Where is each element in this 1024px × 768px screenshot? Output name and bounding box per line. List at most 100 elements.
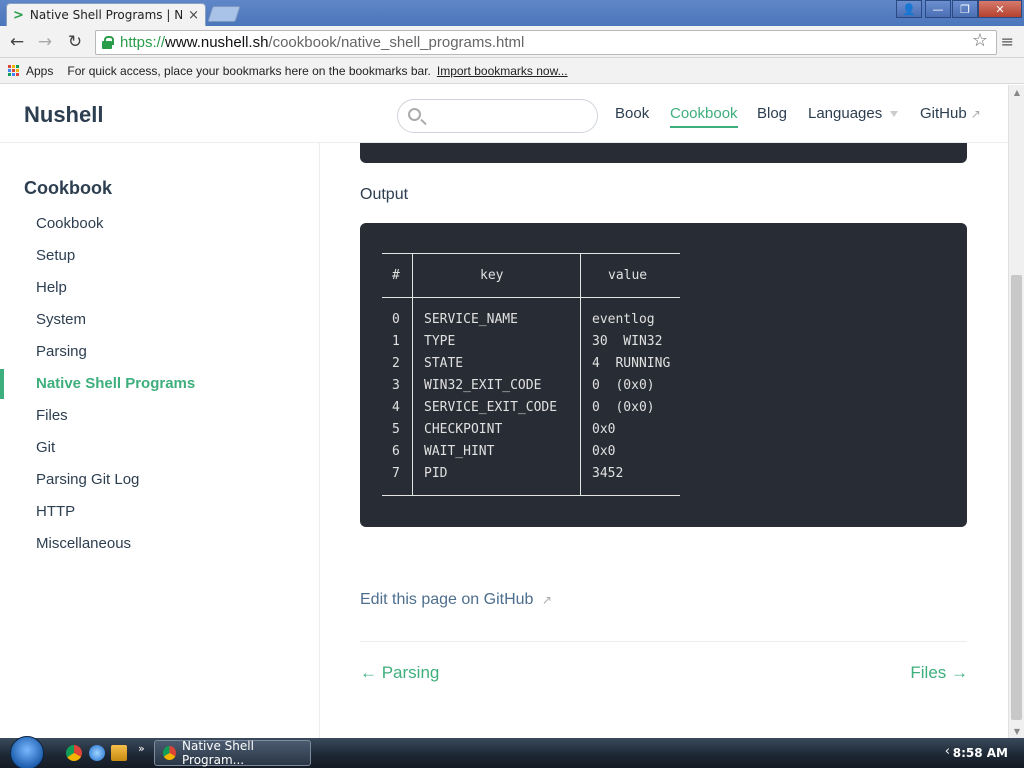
taskbar-chrome-window[interactable]: Native Shell Program... [154,739,311,767]
system-clock[interactable]: 8:58 AM [953,746,1008,760]
profile-icon[interactable]: 👤 [896,0,922,18]
dropdown-caret-icon [890,111,899,118]
nav-languages[interactable]: Languages [808,105,899,122]
output-table: # key value 0 SERVICE_NAME eventlog 1 TY… [382,253,682,496]
table-col-divider [580,253,581,496]
search-input[interactable] [397,99,598,133]
output-label: Output [360,186,409,203]
row-key: CHECKPOINT [424,422,503,437]
sidebar-item-native-shell-programs[interactable]: Native Shell Programs [36,375,195,392]
close-window-button[interactable]: ✕ [978,0,1022,18]
site-navbar: Nushell Book Cookbook Blog Languages Git… [0,85,1008,143]
import-bookmarks-link[interactable]: Import bookmarks now... [437,64,568,78]
forward-arrow-icon[interactable]: → [34,31,56,53]
nav-cookbook[interactable]: Cookbook [670,105,738,128]
row-index: 4 [392,400,400,415]
nav-github-label: GitHub [920,105,967,122]
vertical-scrollbar[interactable]: ▲ ▼ [1008,85,1024,738]
browser-tab[interactable]: > Native Shell Programs | Nu × [6,3,206,26]
row-value: 4 RUNNING [592,356,671,371]
site-brand[interactable]: Nushell [24,102,103,128]
row-value: 30 WIN32 [592,334,663,349]
output-code-block: # key value 0 SERVICE_NAME eventlog 1 TY… [360,223,967,527]
reload-icon[interactable]: ↻ [64,31,86,53]
previous-code-block [360,143,967,163]
web-page: Nushell Book Cookbook Blog Languages Git… [0,85,1008,738]
row-key: TYPE [424,334,456,349]
apps-shortcut[interactable]: Apps [8,64,53,78]
nav-github[interactable]: GitHub ↗ [920,105,981,122]
external-link-icon: ↗ [970,107,981,121]
row-value: 0x0 [592,444,616,459]
nushell-favicon-icon: > [13,7,24,23]
url-scheme: https:// [120,34,166,51]
url-path: /cookbook/native_shell_programs.html [268,34,525,51]
row-value: 3452 [592,466,624,481]
internet-explorer-icon[interactable] [89,745,105,761]
row-key: SERVICE_NAME [424,312,518,327]
sidebar-item-miscellaneous[interactable]: Miscellaneous [36,535,131,552]
row-index: 5 [392,422,400,437]
chrome-menu-icon[interactable]: ≡ [1001,32,1014,51]
nav-languages-label: Languages [808,105,883,122]
tab-strip: > Native Shell Programs | Nu × 👤 — ❐ ✕ [0,0,1024,26]
sidebar-item-files[interactable]: Files [36,407,68,424]
divider [360,641,967,642]
prev-page-link[interactable]: ← Parsing [360,663,439,683]
row-index: 1 [392,334,400,349]
table-bottom-border [382,495,680,496]
tray-expand-icon[interactable]: ‹ [945,744,950,759]
browser-window: > Native Shell Programs | Nu × 👤 — ❐ ✕ ←… [0,0,1024,768]
row-index: 6 [392,444,400,459]
browser-toolbar: ← → ↻ https:// www.nushell.sh /cookbook/… [0,26,1024,58]
row-value: eventlog [592,312,655,327]
row-value: 0x0 [592,422,616,437]
sidebar-item-git[interactable]: Git [36,439,55,456]
apps-label: Apps [26,63,54,78]
active-item-indicator [0,369,4,399]
scrollbar-thumb[interactable] [1011,275,1022,720]
sidebar-title[interactable]: Cookbook [24,178,112,199]
sidebar-item-setup[interactable]: Setup [36,247,75,264]
nav-book[interactable]: Book [615,105,649,122]
edit-link-label: Edit this page on GitHub [360,591,534,608]
sidebar-item-help[interactable]: Help [36,279,67,296]
table-header-index: # [392,268,400,283]
start-button[interactable] [10,736,44,768]
minimize-button[interactable]: — [925,0,951,18]
sidebar-item-cookbook[interactable]: Cookbook [36,215,104,232]
address-bar[interactable]: https:// www.nushell.sh /cookbook/native… [95,30,997,55]
tab-close-icon[interactable]: × [188,8,199,23]
table-top-border [382,253,680,254]
sidebar-item-parsing[interactable]: Parsing [36,343,87,360]
sidebar-item-parsing-git-log[interactable]: Parsing Git Log [36,471,139,488]
row-key: PID [424,466,448,481]
quicklaunch-more-icon[interactable]: » [138,742,145,755]
sidebar-item-http[interactable]: HTTP [36,503,75,520]
row-key: STATE [424,356,464,371]
maximize-button[interactable]: ❐ [952,0,978,18]
bookmarks-hint: For quick access, place your bookmarks h… [67,63,431,78]
row-value: 0 (0x0) [592,378,655,393]
next-page-link[interactable]: Files → [910,663,968,683]
back-arrow-icon[interactable]: ← [6,31,28,53]
edit-on-github-link[interactable]: Edit this page on GitHub ↗ [360,591,552,609]
table-header-border [382,297,680,298]
table-header-value: value [608,268,648,283]
url-host: www.nushell.sh [165,34,269,51]
sidebar: Cookbook Cookbook Setup Help System Pars… [0,143,320,738]
row-value: 0 (0x0) [592,400,655,415]
scroll-up-arrow-icon[interactable]: ▲ [1009,85,1024,99]
bookmark-star-icon[interactable]: ☆ [972,30,988,51]
row-key: WIN32_EXIT_CODE [424,378,542,393]
lock-icon [100,35,114,50]
nav-blog[interactable]: Blog [757,105,787,122]
external-link-icon: ↗ [541,593,552,607]
media-player-icon[interactable] [111,745,127,761]
scroll-down-arrow-icon[interactable]: ▼ [1009,724,1024,738]
chrome-icon[interactable] [66,745,82,761]
table-col-divider [412,253,413,496]
windows-taskbar: » Native Shell Program... ‹ 8:58 AM [0,736,1024,768]
sidebar-item-system[interactable]: System [36,311,86,328]
new-tab-button[interactable] [207,6,241,22]
